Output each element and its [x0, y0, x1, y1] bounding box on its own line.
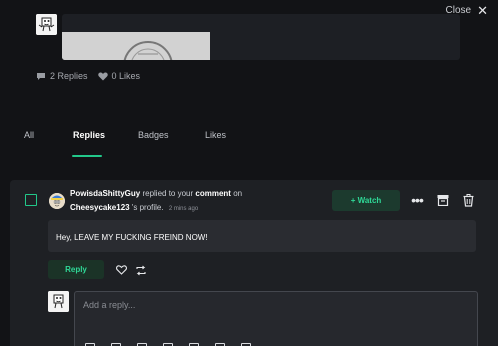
active-tab-indicator [72, 155, 102, 157]
tab-all[interactable]: All [24, 130, 34, 140]
cartoon-avatar-icon [48, 291, 69, 312]
notification-text: PowisdaShittyGuy replied to your comment… [70, 187, 332, 216]
tab-likes[interactable]: Likes [205, 130, 226, 140]
replier-username-link[interactable]: PowisdaShittyGuy [70, 189, 140, 198]
replies-stat[interactable]: 2 Replies [36, 71, 88, 81]
likes-count: 0 Likes [111, 71, 141, 81]
reply-button[interactable]: Reply [48, 260, 104, 279]
watch-button[interactable]: + Watch [332, 190, 400, 211]
reply-input[interactable] [75, 292, 477, 310]
profile-suffix: 's profile. [131, 203, 164, 212]
repost-icon[interactable] [135, 264, 147, 276]
timestamp: 2 mins ago [168, 206, 199, 212]
tab-badges[interactable]: Badges [138, 130, 169, 140]
reply-editor [74, 291, 478, 346]
like-heart-icon[interactable] [115, 264, 127, 276]
replier-avatar[interactable] [49, 193, 65, 209]
tab-replies[interactable]: Replies [73, 130, 105, 140]
profile-link[interactable]: Cheesycake123 [70, 203, 130, 212]
post-preview-image [62, 32, 210, 60]
heart-icon [97, 72, 108, 80]
close-icon: ✕ [477, 3, 488, 18]
post-author-avatar[interactable] [36, 14, 57, 35]
action-text: replied to your [142, 189, 194, 198]
delete-icon[interactable] [461, 192, 475, 208]
current-user-avatar [48, 291, 69, 312]
select-checkbox[interactable] [25, 194, 37, 206]
replies-count: 2 Replies [50, 71, 88, 81]
comment-icon [37, 72, 45, 80]
notification-tabs: All Replies Badges Likes [0, 130, 498, 158]
likes-stat[interactable]: 0 Likes [97, 71, 141, 81]
archive-icon[interactable] [436, 192, 450, 208]
post-preview-card[interactable] [62, 14, 460, 60]
reply-message: Hey, LEAVE MY FUCKING FREIND NOW! [48, 220, 476, 252]
cartman-avatar-icon [49, 193, 65, 209]
notification-card: PowisdaShittyGuy replied to your comment… [10, 180, 498, 346]
cartoon-avatar-icon [36, 14, 57, 35]
preposition-text: on [233, 189, 243, 198]
post-stats: 2 Replies 0 Likes [36, 71, 140, 81]
comment-link[interactable]: comment [195, 189, 231, 198]
more-options-icon[interactable]: ••• [408, 190, 426, 210]
